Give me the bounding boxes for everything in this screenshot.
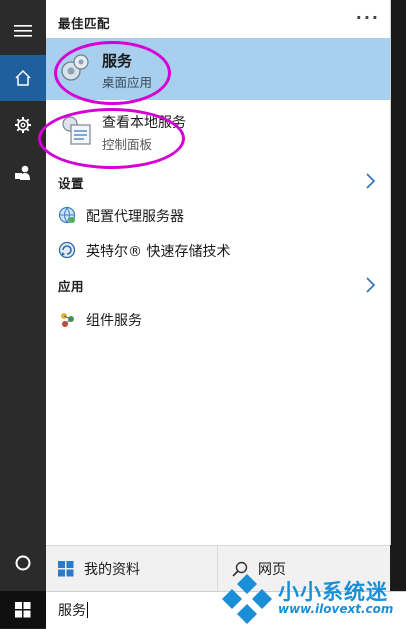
intel-storage-icon (58, 241, 76, 263)
desktop-edge (391, 0, 406, 591)
search-results-panel: 最佳匹配 ··· 服务 桌面应用 查看本地服务 控制面板 设置 配置代理服务器 … (46, 0, 391, 545)
setting-item-intel-rst[interactable]: 英特尔® 快速存储技术 (46, 233, 390, 267)
services-gear-icon (58, 52, 90, 88)
search-query: 服务 (58, 603, 86, 619)
windows-start-icon (15, 601, 31, 617)
apps-expand-chevron-icon[interactable] (364, 276, 376, 294)
cortana-button[interactable] (0, 540, 46, 586)
app-item-component-services-label: 组件服务 (86, 313, 142, 329)
watermark-logo-icon (222, 574, 272, 624)
settings-header: 设置 (58, 176, 85, 191)
best-match-item[interactable]: 服务 桌面应用 (46, 38, 390, 100)
cortana-circle-icon (15, 555, 31, 571)
home-button[interactable] (0, 55, 46, 101)
setting-item-intel-rst-label: 英特尔® 快速存储技术 (86, 244, 231, 260)
app-item-component-services[interactable]: 组件服务 (46, 302, 390, 336)
best-match-title: 服务 (102, 52, 133, 70)
hamburger-menu-button[interactable] (0, 8, 46, 54)
feedback-button[interactable] (0, 150, 46, 196)
view-local-services-subtitle: 控制面板 (102, 137, 153, 152)
apps-header: 应用 (58, 279, 85, 294)
setting-item-proxy-label: 配置代理服务器 (86, 209, 184, 225)
settings-expand-chevron-icon[interactable] (364, 172, 376, 190)
view-local-services-item[interactable]: 查看本地服务 控制面板 (46, 104, 390, 158)
start-button[interactable] (0, 591, 46, 628)
people-icon (15, 165, 30, 180)
settings-button[interactable] (0, 102, 46, 148)
text-caret (87, 602, 88, 618)
hamburger-icon (14, 25, 32, 37)
my-stuff-label: 我的资料 (84, 562, 140, 578)
watermark-url: www.ilovext.com (278, 602, 394, 616)
best-match-header: 最佳匹配 (58, 16, 111, 31)
setting-item-proxy[interactable]: 配置代理服务器 (46, 198, 390, 232)
proxy-globe-icon (58, 206, 76, 228)
search-query-wrapper: 服务 (58, 600, 88, 620)
view-local-services-title: 查看本地服务 (102, 115, 186, 131)
gear-icon (15, 117, 31, 133)
control-panel-services-icon (60, 114, 92, 150)
windows-logo-icon (58, 561, 74, 577)
my-stuff-button[interactable]: 我的资料 (58, 546, 140, 592)
watermark: 小小系统迷 www.ilovext.com (218, 570, 406, 628)
best-match-subtitle: 桌面应用 (102, 75, 153, 90)
home-icon (15, 69, 31, 86)
left-rail (0, 0, 46, 628)
more-options-button[interactable]: ··· (356, 8, 380, 27)
component-services-icon (58, 310, 76, 332)
